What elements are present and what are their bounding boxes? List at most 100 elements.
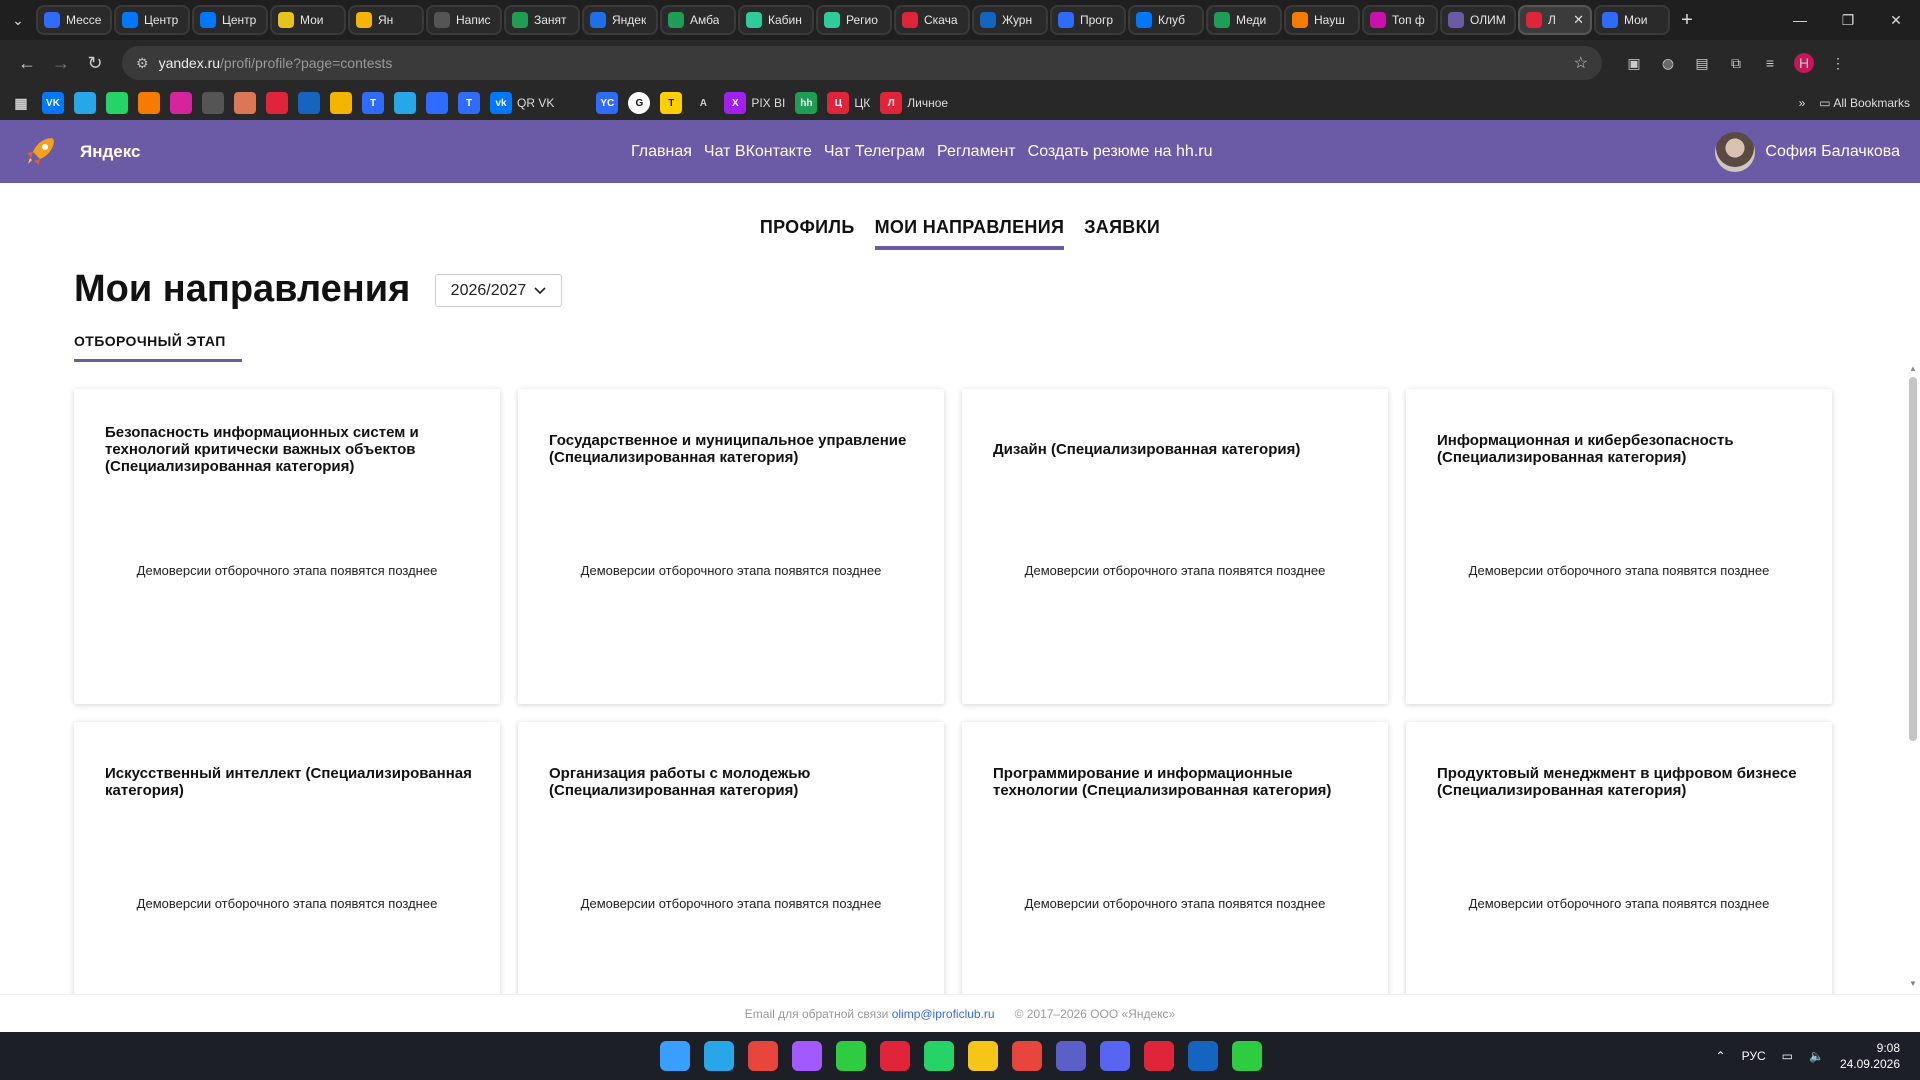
all-bookmarks[interactable]: ▭ All Bookmarks bbox=[1819, 96, 1910, 110]
bookmark-qr-vk[interactable]: vk QR VK bbox=[490, 92, 554, 114]
teams-icon[interactable] bbox=[1056, 1041, 1086, 1071]
browser-tab[interactable]: Клуб bbox=[1128, 5, 1204, 35]
tab-search-chevron-icon[interactable]: ⌄ bbox=[0, 0, 36, 40]
phone-icon[interactable] bbox=[836, 1041, 866, 1071]
page-scrollbar[interactable]: ▲ ▼ bbox=[1906, 179, 1920, 990]
windows-start-icon[interactable] bbox=[660, 1041, 690, 1071]
profile-avatar[interactable]: Н bbox=[1794, 53, 1814, 73]
bookmark-pix-bi[interactable]: X PIX BI bbox=[724, 92, 785, 114]
browser-tab[interactable]: Яндек bbox=[582, 5, 658, 35]
clock[interactable]: 9:08 24.09.2026 bbox=[1840, 1040, 1900, 1072]
reload-icon[interactable]: ↻ bbox=[78, 46, 112, 80]
browser-tab[interactable]: Центр bbox=[192, 5, 268, 35]
menu-icon[interactable]: ⋮ bbox=[1828, 53, 1848, 73]
volume-icon[interactable]: 🔈 bbox=[1809, 1049, 1824, 1063]
direction-card[interactable]: Продуктовый менеджмент в цифровом бизнес… bbox=[1406, 722, 1832, 994]
chatgpt-icon[interactable] bbox=[202, 92, 224, 114]
browser-tab[interactable]: ОЛИМ bbox=[1440, 5, 1516, 35]
site-logo-text[interactable]: Яндекс bbox=[80, 142, 140, 162]
scroll-thumb[interactable] bbox=[1909, 377, 1917, 741]
minimize-icon[interactable]: — bbox=[1776, 0, 1824, 40]
browser-tab[interactable]: Регио bbox=[816, 5, 892, 35]
user-name[interactable]: София Балачкова bbox=[1765, 143, 1900, 161]
send-icon[interactable] bbox=[394, 92, 416, 114]
avatar[interactable] bbox=[1715, 131, 1756, 172]
discord-icon[interactable] bbox=[1100, 1041, 1130, 1071]
language-indicator[interactable]: РУС bbox=[1742, 1049, 1766, 1063]
back-icon[interactable]: ← bbox=[10, 46, 44, 80]
cube-icon[interactable] bbox=[426, 92, 448, 114]
user-menu[interactable]: София Балачкова bbox=[1715, 120, 1900, 183]
more-bookmarks-icon[interactable]: » bbox=[1799, 96, 1806, 110]
docs-icon[interactable]: ▤ bbox=[1692, 53, 1712, 73]
close-tab-icon[interactable]: ✕ bbox=[1573, 12, 1584, 28]
t-icon[interactable]: T bbox=[362, 92, 384, 114]
claude-icon[interactable] bbox=[234, 92, 256, 114]
t-bank-icon[interactable]: T bbox=[660, 92, 683, 114]
direction-card[interactable]: Программирование и информационные технол… bbox=[962, 722, 1388, 994]
forward-icon[interactable]: → bbox=[44, 46, 78, 80]
email-link[interactable]: olimp@iproficlub.ru bbox=[892, 1007, 995, 1021]
apple-icon[interactable] bbox=[564, 92, 586, 114]
browser-tab[interactable]: Занят bbox=[504, 5, 580, 35]
folder-icon[interactable] bbox=[968, 1041, 998, 1071]
direction-card[interactable]: Искусственный интеллект (Специализирован… bbox=[74, 722, 500, 994]
direction-card[interactable]: Государственное и муниципальное управлен… bbox=[518, 389, 944, 704]
tab-selection-stage[interactable]: ОТБОРОЧНЫЙ ЭТАП bbox=[74, 333, 242, 362]
mail-icon[interactable] bbox=[138, 92, 160, 114]
new-tab-button[interactable]: + bbox=[1672, 9, 1702, 32]
instagram-icon[interactable] bbox=[170, 92, 192, 114]
translate-icon[interactable]: ◍ bbox=[1658, 53, 1678, 73]
t-icon[interactable]: T bbox=[458, 92, 480, 114]
torrent-icon[interactable] bbox=[1232, 1041, 1262, 1071]
a-icon[interactable]: A bbox=[692, 92, 714, 114]
browser-tab[interactable]: Мессе bbox=[36, 5, 112, 35]
address-bar[interactable]: ⚙ yandex.ru/profi/profile?page=contests … bbox=[122, 46, 1602, 80]
extension-icon[interactable]: ▣ bbox=[1624, 53, 1644, 73]
browser-tab[interactable]: Л ✕ bbox=[1518, 5, 1592, 35]
browser-tab[interactable]: Науш bbox=[1284, 5, 1360, 35]
yandex-browser-icon[interactable] bbox=[1144, 1041, 1174, 1071]
direction-card[interactable]: Безопасность информационных систем и тех… bbox=[74, 389, 500, 704]
tab-applications[interactable]: ЗАЯВКИ bbox=[1084, 217, 1160, 250]
maximize-icon[interactable]: ❐ bbox=[1824, 0, 1872, 40]
scroll-up-icon[interactable]: ▲ bbox=[1909, 364, 1917, 373]
browser-tab[interactable]: Скача bbox=[894, 5, 970, 35]
browser-tab[interactable]: Амба bbox=[660, 5, 736, 35]
browser-tab[interactable]: Мои bbox=[1594, 5, 1670, 35]
nav-link[interactable]: Чат ВКонтакте bbox=[704, 143, 812, 161]
whatsapp-icon[interactable] bbox=[924, 1041, 954, 1071]
nav-link[interactable]: Создать резюме на hh.ru bbox=[1028, 143, 1213, 161]
yandex-icon[interactable] bbox=[330, 92, 352, 114]
site-info-icon[interactable]: ⚙ bbox=[136, 55, 149, 72]
chevron-up-icon[interactable]: ⌃ bbox=[1716, 1049, 1726, 1063]
browser-tab[interactable]: Ян bbox=[348, 5, 424, 35]
bookmark-personal[interactable]: Л Личное bbox=[880, 92, 948, 114]
apps-grid-icon[interactable]: ▦ bbox=[10, 92, 32, 114]
tab-directions[interactable]: МОИ НАПРАВЛЕНИЯ bbox=[874, 217, 1065, 250]
extensions-puzzle-icon[interactable]: ⧉ bbox=[1726, 53, 1746, 73]
bird-icon[interactable] bbox=[298, 92, 320, 114]
browser-tab[interactable]: Центр bbox=[114, 5, 190, 35]
figma-icon[interactable] bbox=[792, 1041, 822, 1071]
chrome-active-icon[interactable] bbox=[1012, 1041, 1042, 1071]
nav-link[interactable]: Регламент bbox=[937, 143, 1016, 161]
browser-tab[interactable]: Мои bbox=[270, 5, 346, 35]
browser-tab[interactable]: Журн bbox=[972, 5, 1048, 35]
browser-tab[interactable]: Кабин bbox=[738, 5, 814, 35]
rocket-logo-icon[interactable] bbox=[20, 132, 60, 172]
yc-icon[interactable]: YC bbox=[596, 92, 619, 114]
telegram-icon[interactable] bbox=[704, 1041, 734, 1071]
scroll-down-icon[interactable]: ▼ bbox=[1909, 979, 1917, 988]
browser-tab[interactable]: Меди bbox=[1206, 5, 1282, 35]
network-icon[interactable]: ▭ bbox=[1782, 1049, 1793, 1063]
chrome-icon[interactable] bbox=[748, 1041, 778, 1071]
hat-icon[interactable] bbox=[266, 92, 288, 114]
bird-icon[interactable] bbox=[1188, 1041, 1218, 1071]
bookmark-cz[interactable]: Ц ЦК bbox=[827, 92, 870, 114]
year-select[interactable]: 2026/2027 bbox=[435, 274, 562, 307]
whatsapp-icon[interactable] bbox=[106, 92, 128, 114]
direction-card[interactable]: Информационная и кибербезопасность (Спец… bbox=[1406, 389, 1832, 704]
browser-tab[interactable]: Напис bbox=[426, 5, 502, 35]
close-window-icon[interactable]: ✕ bbox=[1872, 0, 1920, 40]
